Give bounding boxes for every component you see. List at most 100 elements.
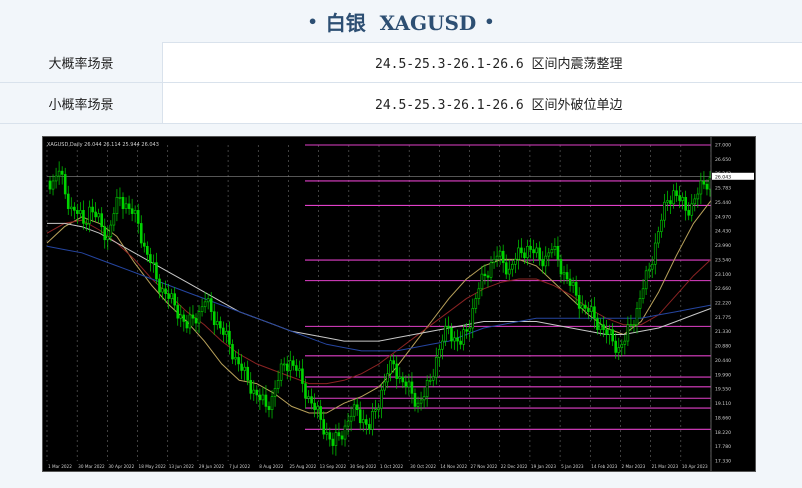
x-tick-label: 13 Sep 2022: [320, 464, 347, 469]
y-tick-label: 22.660: [715, 286, 731, 292]
candle-body: [684, 196, 687, 211]
candle-body: [365, 419, 368, 425]
candle-body: [261, 394, 265, 401]
candle-body: [121, 196, 125, 210]
candle-body: [459, 340, 462, 345]
candle-body: [620, 344, 624, 348]
x-tick-label: 2 Mar 2023: [621, 464, 645, 469]
y-tick-label: 18.220: [715, 430, 731, 436]
candle-body: [197, 311, 201, 324]
candle-body: [310, 396, 313, 404]
candle-body: [605, 329, 608, 335]
candle-body: [222, 327, 225, 335]
candle-body: [219, 321, 222, 329]
candle-body: [660, 219, 663, 232]
candle-body: [562, 272, 566, 275]
candle-body: [407, 381, 411, 388]
candle-body: [355, 404, 359, 410]
candle-body: [453, 337, 456, 342]
x-tick-label: 5 Jan 2023: [561, 464, 584, 469]
candle-body: [602, 324, 605, 330]
candle-body: [507, 268, 511, 275]
table-row: 小概率场景 24.5-25.3-26.1-26.6 区间外破位单边: [0, 82, 802, 124]
candle-body: [492, 259, 496, 263]
x-tick-label: 14 Feb 2023: [591, 464, 617, 469]
candle-body: [590, 306, 593, 312]
candle-body: [565, 272, 569, 280]
candle-body: [60, 170, 64, 175]
candle-body: [608, 329, 611, 335]
candle-body: [422, 396, 426, 401]
candle-body: [112, 213, 116, 226]
candle-body: [304, 383, 307, 399]
y-tick-label: 25.440: [715, 200, 731, 206]
candle-body: [279, 363, 283, 381]
candle-body: [425, 379, 429, 397]
candle-body: [641, 288, 645, 299]
candle-body: [687, 210, 691, 216]
candle-body: [556, 246, 560, 260]
candle-body: [295, 365, 298, 371]
candle-body: [63, 174, 67, 195]
candle-body: [462, 329, 465, 345]
y-tick-label: 17.330: [715, 459, 731, 465]
candle-body: [264, 394, 268, 407]
candle-body: [599, 324, 602, 330]
x-tick-label: 18 May 2022: [139, 464, 167, 469]
candle-body: [237, 357, 240, 365]
candle-body: [246, 366, 249, 381]
candle-body: [325, 432, 329, 435]
candle-body: [699, 180, 703, 195]
candle-body: [82, 210, 85, 224]
candle-body: [149, 254, 152, 263]
candle-body: [273, 388, 277, 397]
candle-body: [389, 360, 392, 375]
y-tick-label: 24.430: [715, 229, 731, 235]
candle-body: [139, 223, 143, 244]
x-tick-label: 30 Sep 2022: [350, 464, 377, 469]
candle-body: [690, 203, 694, 216]
candle-body: [693, 198, 697, 205]
candle-body: [471, 308, 475, 329]
title-dot-right: •: [484, 11, 495, 31]
candle-body: [532, 249, 535, 254]
candle-body: [240, 363, 243, 371]
candle-body: [352, 404, 356, 417]
candle-body: [173, 293, 177, 306]
candle-body: [386, 373, 389, 383]
candle-body: [358, 409, 362, 424]
candle-body: [48, 180, 52, 190]
candle-body: [696, 193, 700, 200]
candle-body: [66, 193, 70, 210]
candle-body: [127, 203, 131, 210]
x-tick-label: 22 Dec 2022: [501, 464, 528, 469]
candle-body: [705, 183, 709, 190]
candle-body: [328, 432, 332, 440]
candle-body: [444, 326, 447, 342]
candle-body: [553, 246, 557, 250]
candle-body: [538, 247, 541, 260]
candle-body: [447, 326, 450, 329]
candle-body: [450, 327, 453, 342]
candle-body: [644, 270, 648, 290]
candle-body: [270, 396, 274, 410]
candle-body: [666, 200, 669, 203]
candle-body: [401, 376, 405, 383]
candle-body: [635, 308, 639, 326]
candle-body: [164, 288, 167, 294]
candle-body: [368, 424, 371, 430]
candle-body: [380, 389, 383, 409]
y-tick-label: 22.220: [715, 301, 731, 307]
candle-body: [231, 344, 234, 360]
candle-body: [678, 195, 681, 201]
candle-body: [675, 190, 678, 196]
candle-body: [596, 317, 599, 330]
row-value: 24.5-25.3-26.1-26.6 区间外破位单边: [162, 82, 802, 124]
candle-body: [653, 242, 657, 265]
candle-body: [626, 324, 630, 342]
candle-body: [334, 432, 338, 446]
y-tick-label: 21.775: [715, 315, 731, 321]
candle-body: [529, 246, 532, 250]
candle-body: [535, 247, 538, 254]
candle-body: [526, 246, 529, 259]
